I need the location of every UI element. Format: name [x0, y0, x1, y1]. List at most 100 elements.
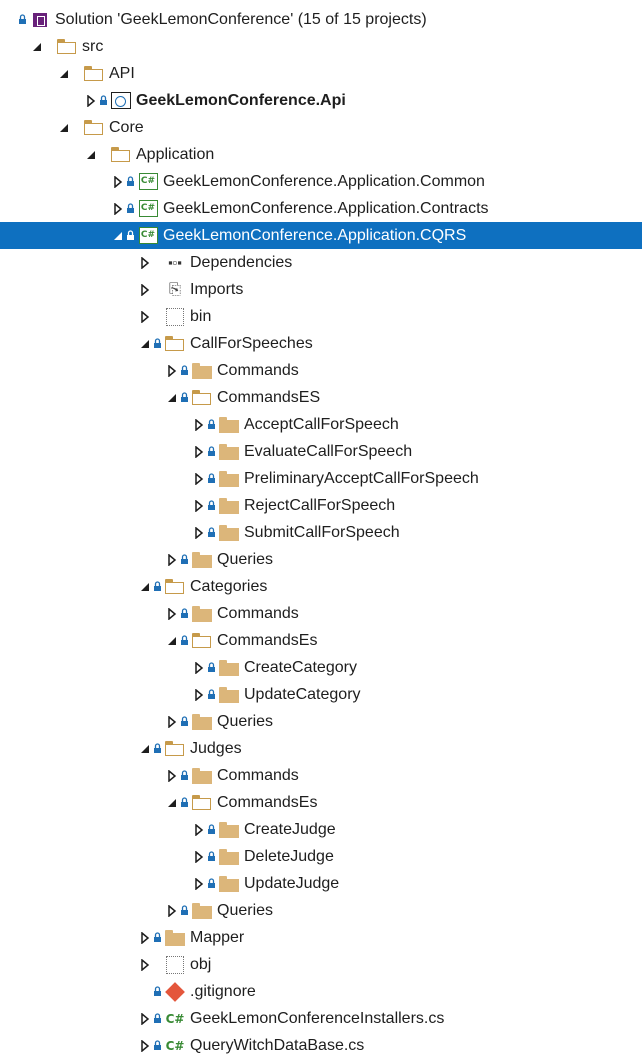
collapsed-arrow-icon[interactable] — [139, 276, 151, 303]
collapsed-arrow-icon[interactable] — [193, 411, 205, 438]
tree-row[interactable]: UpdateJudge — [0, 870, 642, 897]
folder-open-icon — [165, 573, 185, 600]
tree-row[interactable]: C# GeekLemonConference.Application.Common — [0, 168, 642, 195]
folder-icon — [192, 600, 212, 627]
tree-row[interactable]: Commands — [0, 600, 642, 627]
collapsed-arrow-icon[interactable] — [193, 492, 205, 519]
collapsed-arrow-icon[interactable] — [193, 843, 205, 870]
collapsed-arrow-icon[interactable] — [166, 357, 178, 384]
tree-row[interactable]: C# GeekLemonConference.Application.CQRS — [0, 222, 642, 249]
collapsed-arrow-icon[interactable] — [193, 438, 205, 465]
lock-icon — [178, 897, 190, 924]
lock-icon — [178, 357, 190, 384]
tree-row-label: Dependencies — [190, 254, 293, 271]
collapsed-arrow-icon[interactable] — [139, 924, 151, 951]
tree-row[interactable]: Solution 'GeekLemonConference' (15 of 15… — [0, 6, 642, 33]
collapsed-arrow-icon[interactable] — [193, 816, 205, 843]
dependencies-icon: ▪▫▪ — [168, 255, 182, 270]
tree-row[interactable]: bin — [0, 303, 642, 330]
lock-icon — [178, 762, 190, 789]
expanded-arrow-icon[interactable] — [166, 384, 178, 411]
collapsed-arrow-icon[interactable] — [85, 87, 97, 114]
expanded-arrow-icon[interactable] — [139, 573, 151, 600]
expanded-arrow-icon[interactable] — [166, 627, 178, 654]
lock-icon — [151, 573, 163, 600]
tree-row[interactable]: SubmitCallForSpeech — [0, 519, 642, 546]
collapsed-arrow-icon[interactable] — [166, 708, 178, 735]
tree-row[interactable]: CreateCategory — [0, 654, 642, 681]
tree-row[interactable]: UpdateCategory — [0, 681, 642, 708]
csharp-project-icon: C# — [138, 195, 158, 222]
collapsed-arrow-icon[interactable] — [193, 654, 205, 681]
tree-row[interactable]: PreliminaryAcceptCallForSpeech — [0, 465, 642, 492]
tree-row[interactable]: Mapper — [0, 924, 642, 951]
tree-row[interactable]: src — [0, 33, 642, 60]
collapsed-arrow-icon[interactable] — [193, 519, 205, 546]
tree-row-label: Commands — [217, 767, 299, 784]
tree-row[interactable]: C# GeekLemonConferenceInstallers.cs — [0, 1005, 642, 1032]
collapsed-arrow-icon[interactable] — [139, 303, 151, 330]
collapsed-arrow-icon[interactable] — [112, 168, 124, 195]
collapsed-arrow-icon[interactable] — [193, 681, 205, 708]
tree-row[interactable]: CommandsEs — [0, 627, 642, 654]
tree-row[interactable]: C# GeekLemonConference.Application.Contra… — [0, 195, 642, 222]
collapsed-arrow-icon[interactable] — [166, 897, 178, 924]
tree-row[interactable]: Core — [0, 114, 642, 141]
tree-row[interactable]: Categories — [0, 573, 642, 600]
tree-row[interactable]: CallForSpeeches — [0, 330, 642, 357]
tree-row[interactable]: Queries — [0, 708, 642, 735]
expanded-arrow-icon[interactable] — [139, 330, 151, 357]
tree-row[interactable]: .gitignore — [0, 978, 642, 1005]
collapsed-arrow-icon[interactable] — [139, 1005, 151, 1032]
lock-icon — [205, 465, 217, 492]
tree-row[interactable]: Commands — [0, 762, 642, 789]
tree-row-label: PreliminaryAcceptCallForSpeech — [244, 470, 479, 487]
expanded-arrow-icon[interactable] — [58, 60, 70, 87]
expanded-arrow-icon[interactable] — [58, 114, 70, 141]
collapsed-arrow-icon[interactable] — [166, 762, 178, 789]
collapsed-arrow-icon[interactable] — [193, 870, 205, 897]
tree-row[interactable]: ⎘ Imports — [0, 276, 642, 303]
expanded-arrow-icon[interactable] — [31, 33, 43, 60]
tree-row[interactable]: EvaluateCallForSpeech — [0, 438, 642, 465]
expanded-arrow-icon[interactable] — [139, 735, 151, 762]
tree-row-label: GeekLemonConference.Application.Common — [163, 173, 485, 190]
csharp-project-icon: C# — [138, 168, 158, 195]
lock-icon — [151, 1005, 163, 1032]
collapsed-arrow-icon[interactable] — [139, 249, 151, 276]
tree-row[interactable]: Application — [0, 141, 642, 168]
tree-row[interactable]: AcceptCallForSpeech — [0, 411, 642, 438]
lock-icon — [151, 735, 163, 762]
expanded-arrow-icon[interactable] — [112, 222, 124, 249]
tree-row-label: EvaluateCallForSpeech — [244, 443, 413, 460]
tree-row[interactable]: DeleteJudge — [0, 843, 642, 870]
tree-row[interactable]: Commands — [0, 357, 642, 384]
tree-row[interactable]: C# QueryWitchDataBase.cs — [0, 1032, 642, 1059]
tree-row[interactable]: obj — [0, 951, 642, 978]
tree-row[interactable]: Queries — [0, 546, 642, 573]
expanded-arrow-icon[interactable] — [85, 141, 97, 168]
collapsed-arrow-icon[interactable] — [166, 546, 178, 573]
expanded-arrow-icon[interactable] — [166, 789, 178, 816]
tree-row[interactable]: RejectCallForSpeech — [0, 492, 642, 519]
collapsed-arrow-icon[interactable] — [139, 1032, 151, 1059]
tree-row[interactable]: ▪▫▪ Dependencies — [0, 249, 642, 276]
tree-row-label: GeekLemonConferenceInstallers.cs — [190, 1010, 445, 1027]
tree-row[interactable]: CommandsEs — [0, 789, 642, 816]
lock-icon — [124, 195, 136, 222]
lock-icon — [151, 330, 163, 357]
tree-row[interactable]: CommandsES — [0, 384, 642, 411]
collapsed-arrow-icon[interactable] — [166, 600, 178, 627]
tree-row[interactable]: GeekLemonConference.Api — [0, 87, 642, 114]
tree-row[interactable]: API — [0, 60, 642, 87]
folder-icon — [192, 708, 212, 735]
tree-row[interactable]: Judges — [0, 735, 642, 762]
lock-icon — [205, 843, 217, 870]
tree-row-label: CallForSpeeches — [190, 335, 313, 352]
tree-row[interactable]: CreateJudge — [0, 816, 642, 843]
collapsed-arrow-icon[interactable] — [193, 465, 205, 492]
tree-row-label: Queries — [217, 713, 274, 730]
tree-row[interactable]: Queries — [0, 897, 642, 924]
collapsed-arrow-icon[interactable] — [112, 195, 124, 222]
collapsed-arrow-icon[interactable] — [139, 951, 151, 978]
